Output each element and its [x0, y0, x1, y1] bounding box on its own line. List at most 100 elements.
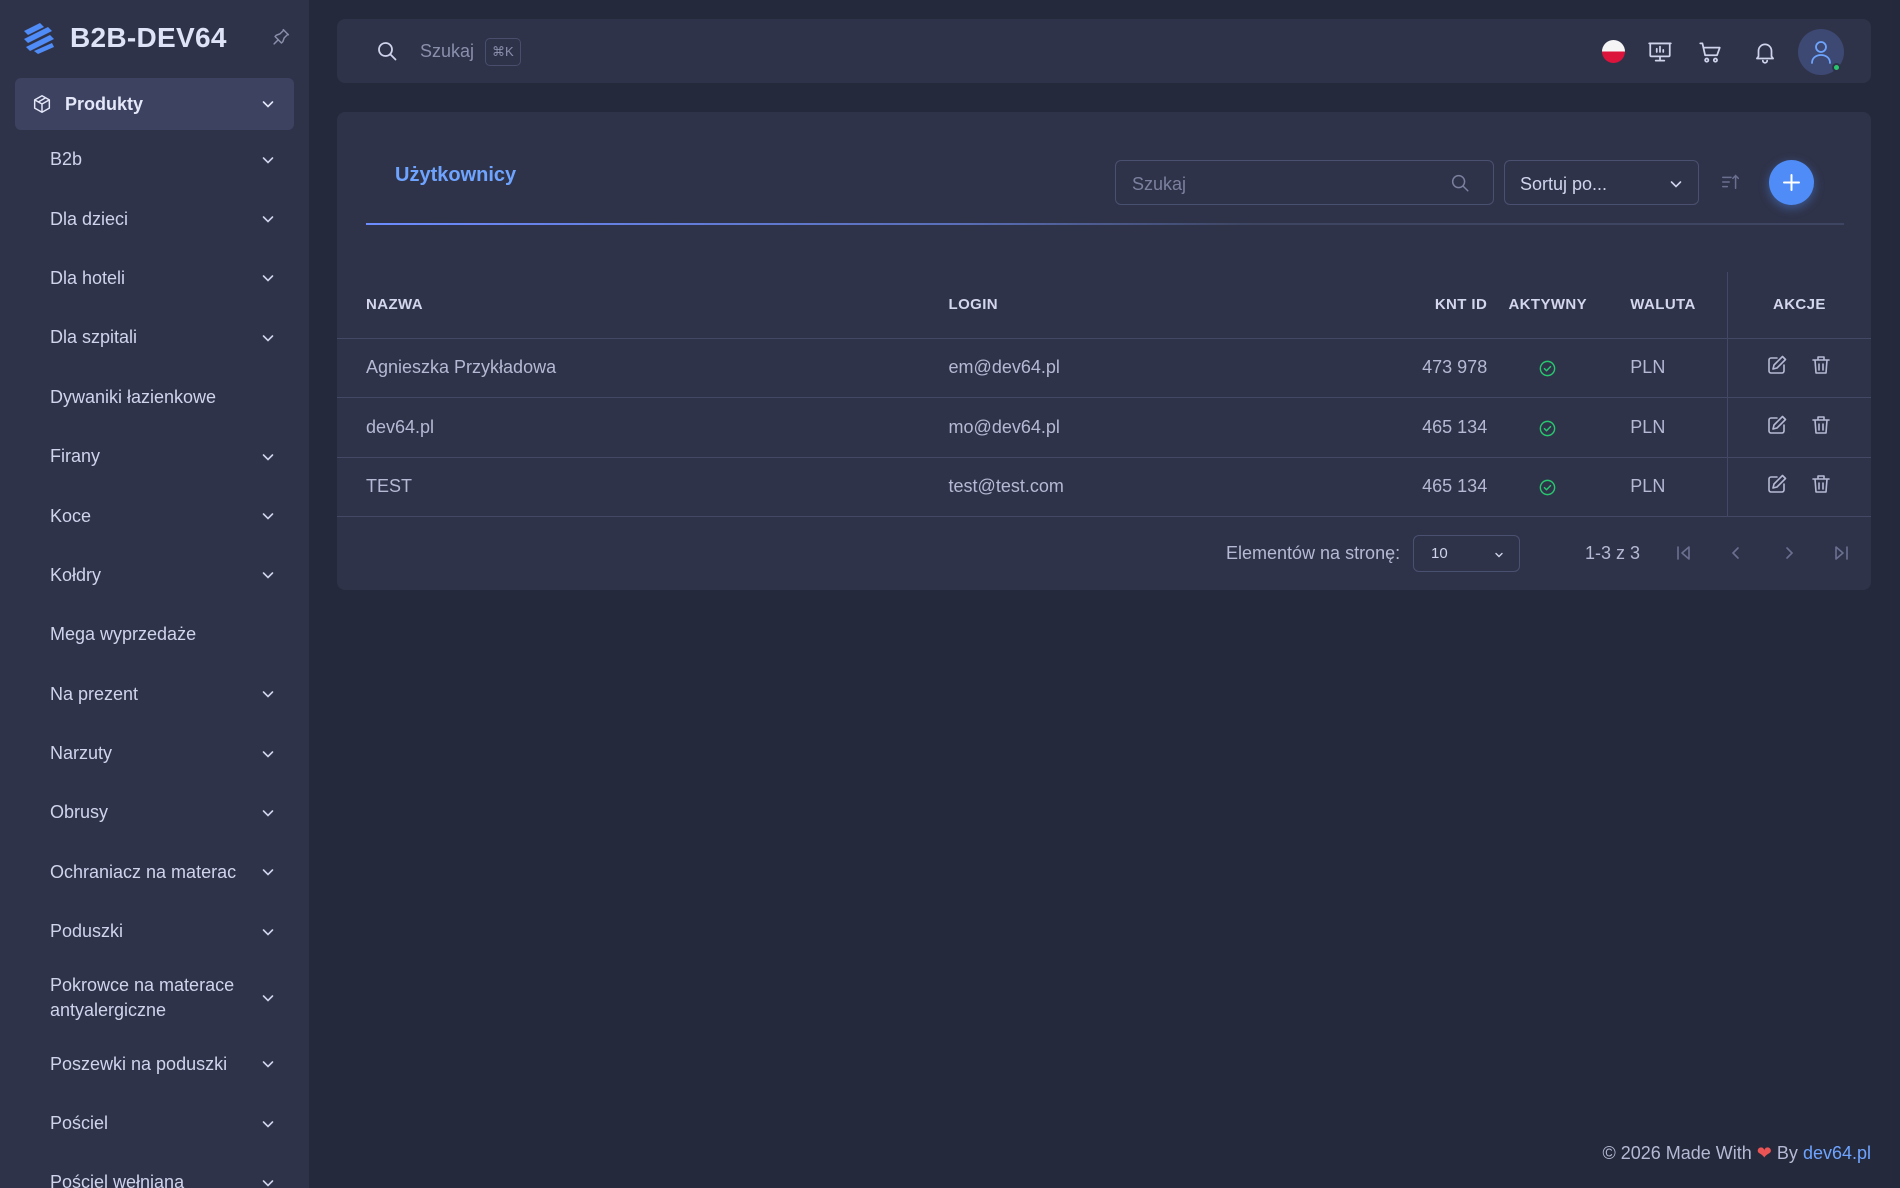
plus-icon	[1783, 174, 1800, 191]
sidebar-item-label: Poszewki na poduszki	[50, 1053, 228, 1074]
search-icon	[1451, 174, 1469, 192]
cell-login: mo@dev64.pl	[948, 397, 1359, 458]
chevron-down-icon	[262, 101, 274, 108]
bell-icon[interactable]	[1752, 39, 1778, 65]
sidebar-item[interactable]: Na prezent	[15, 665, 294, 724]
sidebar-item[interactable]: Poszewki na poduszki	[15, 1034, 294, 1093]
chevron-down-icon	[262, 156, 274, 164]
sidebar-item[interactable]: B2b	[15, 130, 294, 189]
pin-icon[interactable]	[270, 26, 292, 48]
chevron-down-icon	[262, 1180, 274, 1187]
sidebar-menu: Produkty B2b Dla dzieci Dla hoteli Dla szpi…	[0, 78, 309, 1188]
edit-icon	[1768, 474, 1787, 494]
cell-name: TEST	[337, 457, 949, 517]
table-row[interactable]: Agnieszka Przykładowa em@dev64.pl 473 978 P…	[337, 338, 1871, 398]
brand-logo-icon	[24, 23, 54, 54]
global-search-input[interactable]: Szukaj	[420, 41, 474, 62]
table-row[interactable]: dev64.pl mo@dev64.pl 465 134 PLN	[337, 397, 1871, 458]
sidebar-item-label: Mega wyprzedaże	[50, 624, 197, 645]
chevron-down-icon	[262, 453, 274, 461]
sidebar-item[interactable]: Pościel	[15, 1094, 294, 1153]
delete-button[interactable]	[1809, 413, 1833, 437]
user-icon	[1811, 41, 1831, 64]
edit-icon	[1768, 415, 1787, 434]
edit-icon	[1768, 355, 1787, 375]
edit-button[interactable]	[1765, 413, 1789, 437]
cube-icon	[33, 95, 51, 113]
presentation-icon[interactable]	[1647, 39, 1673, 65]
sidebar-item[interactable]: Dywaniki łazienkowe	[15, 368, 294, 427]
search-placeholder: Szukaj	[1132, 174, 1187, 194]
cell-active	[1487, 457, 1609, 517]
chevron-down-icon	[262, 1061, 274, 1068]
brand[interactable]: B2B-DEV64	[22, 18, 292, 58]
cell-actions	[1726, 397, 1871, 458]
chevron-down-icon	[262, 869, 274, 877]
search-shortcut-badge: ⌘K	[485, 38, 521, 66]
sidebar-item[interactable]: Poduszki	[15, 902, 294, 961]
add-user-button[interactable]	[1769, 160, 1814, 205]
footer-link[interactable]: dev64.pl	[1803, 1143, 1871, 1163]
users-card: Użytkownicy Szukaj Sortuj po... NAZWA LO…	[337, 112, 1871, 590]
cell-actions	[1726, 457, 1871, 517]
sidebar-item[interactable]: Dla dzieci	[15, 189, 294, 248]
tab-users[interactable]: Użytkownicy	[395, 164, 516, 187]
sidebar-item[interactable]: Dla hoteli	[15, 249, 294, 308]
sidebar-item[interactable]: Mega wyprzedaże	[15, 605, 294, 664]
page-size-select[interactable]: 10	[1413, 535, 1520, 572]
sidebar-item-label: Kołdry	[50, 564, 102, 585]
sidebar-item[interactable]: Kołdry	[15, 546, 294, 605]
column-header-name[interactable]: NAZWA	[337, 272, 949, 339]
previous-page-icon[interactable]	[1725, 542, 1747, 564]
search-icon[interactable]	[375, 39, 399, 63]
trash-icon	[1812, 356, 1831, 375]
chevron-down-icon	[262, 750, 274, 758]
delete-button[interactable]	[1809, 472, 1833, 496]
next-page-icon[interactable]	[1778, 542, 1800, 564]
sidebar-item-label: Pościel wełniana	[50, 1172, 185, 1188]
column-header-active[interactable]: AKTYWNY	[1487, 272, 1609, 339]
sort-select[interactable]: Sortuj po...	[1504, 160, 1699, 205]
sidebar-item-label: Obrusy	[50, 802, 109, 823]
sidebar-item[interactable]: Pościel wełniana	[15, 1153, 294, 1188]
column-header-currency[interactable]: WALUTA	[1608, 272, 1728, 339]
sort-direction-icon[interactable]	[1720, 171, 1742, 193]
table-header-row: NAZWA LOGIN KNT ID AKTYWNY WALUTA AKCJE	[337, 272, 1871, 339]
sidebar-item[interactable]: Ochraniacz na materac	[15, 843, 294, 902]
chevron-down-icon	[262, 995, 274, 1002]
sidebar-item-label: Produkty	[65, 93, 144, 114]
users-search-input[interactable]: Szukaj	[1115, 160, 1494, 205]
sidebar-item[interactable]: Koce	[15, 486, 294, 545]
cell-name: Agnieszka Przykładowa	[337, 338, 949, 398]
cart-icon[interactable]	[1697, 39, 1723, 65]
sidebar-item-label: Dla szpitali	[50, 327, 138, 348]
trash-icon	[1812, 475, 1831, 494]
sidebar-item[interactable]: Dla szpitali	[15, 308, 294, 367]
sidebar-item[interactable]: Pokrowce na materace antyalergiczne	[15, 961, 294, 1034]
last-page-icon[interactable]	[1830, 542, 1852, 564]
language-flag-icon[interactable]	[1602, 40, 1625, 63]
delete-button[interactable]	[1809, 353, 1833, 377]
table-row[interactable]: TEST test@test.com 465 134 PLN	[337, 457, 1871, 517]
sidebar-item-produkty[interactable]: Produkty	[15, 78, 294, 130]
edit-button[interactable]	[1765, 472, 1789, 496]
sidebar-item[interactable]: Firany	[15, 427, 294, 486]
tab-underline	[366, 223, 1844, 225]
cell-knt-id: 465 134	[1358, 457, 1488, 517]
sidebar-item[interactable]: Obrusy	[15, 783, 294, 842]
column-header-login[interactable]: LOGIN	[948, 272, 1359, 339]
brand-name: B2B-DEV64	[70, 22, 227, 53]
user-avatar[interactable]	[1798, 29, 1844, 75]
edit-button[interactable]	[1765, 353, 1789, 377]
sidebar-item-label: B2b	[50, 149, 83, 170]
chevron-down-icon	[1670, 181, 1682, 188]
sidebar-item-label: Dla dzieci	[50, 208, 129, 229]
cell-active	[1487, 397, 1609, 458]
sidebar-item[interactable]: Narzuty	[15, 724, 294, 783]
heart-icon: ❤	[1756, 1143, 1772, 1163]
cell-knt-id: 465 134	[1358, 397, 1488, 458]
first-page-icon[interactable]	[1673, 542, 1695, 564]
footer-by: By	[1776, 1143, 1798, 1163]
column-header-knt-id[interactable]: KNT ID	[1358, 272, 1488, 339]
sidebar-item-label: Na prezent	[50, 683, 139, 704]
